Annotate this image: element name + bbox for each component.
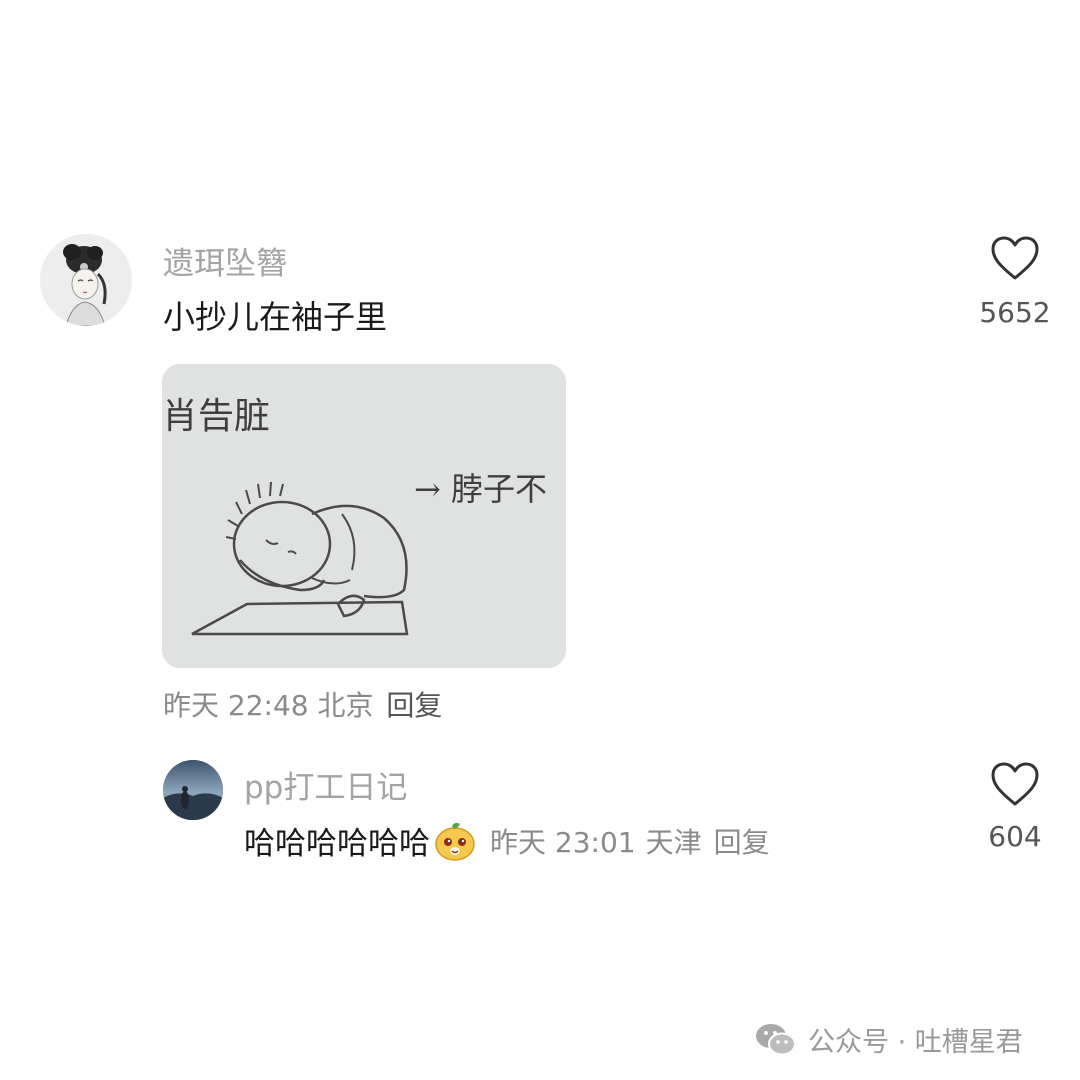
comment-meta: 昨天 22:48 北京 回复 <box>163 684 442 724</box>
heart-icon <box>991 762 1039 806</box>
image-text-right: → 脖子不 <box>414 470 547 508</box>
wechat-icon <box>756 1023 796 1055</box>
like-count: 5652 <box>979 296 1051 329</box>
avatar-ancient-lady-icon <box>40 234 132 326</box>
reply-text: 哈哈哈哈哈哈 <box>244 826 430 862</box>
comment-location: 北京 <box>317 689 374 722</box>
watermark: 公众号 · 吐槽星君 <box>754 1020 1023 1059</box>
avatar-night-landscape-icon <box>163 760 223 820</box>
like-button[interactable] <box>990 236 1040 282</box>
comment-image[interactable]: 肖告脏 → 脖子不 <box>162 364 566 668</box>
sketch-image: 肖告脏 → 脖子不 <box>162 364 566 668</box>
avatar[interactable] <box>40 234 132 326</box>
comment-time: 昨天 22:48 <box>163 689 309 722</box>
heart-icon <box>991 236 1039 280</box>
reply-like-count: 604 <box>988 820 1042 853</box>
laughing-bear-emoji-icon <box>435 822 475 861</box>
reply-location: 天津 <box>645 825 702 859</box>
reply-username[interactable]: pp打工日记 <box>244 762 407 807</box>
comment-username[interactable]: 遗珥坠簪 <box>163 238 287 283</box>
reply-reply-button[interactable]: 回复 <box>714 821 770 861</box>
reply-avatar[interactable] <box>163 760 223 820</box>
reply-button[interactable]: 回复 <box>386 689 442 722</box>
reply-row: 哈哈哈哈哈哈 昨天 23:01 天津 回复 <box>244 818 770 863</box>
comment-text: 小抄儿在袖子里 <box>163 298 388 336</box>
reply-time: 昨天 23:01 <box>490 825 636 859</box>
reply-like-button[interactable] <box>990 762 1040 808</box>
watermark-text: 公众号 · 吐槽星君 <box>808 1027 1023 1058</box>
image-text-top: 肖告脏 <box>162 396 270 437</box>
